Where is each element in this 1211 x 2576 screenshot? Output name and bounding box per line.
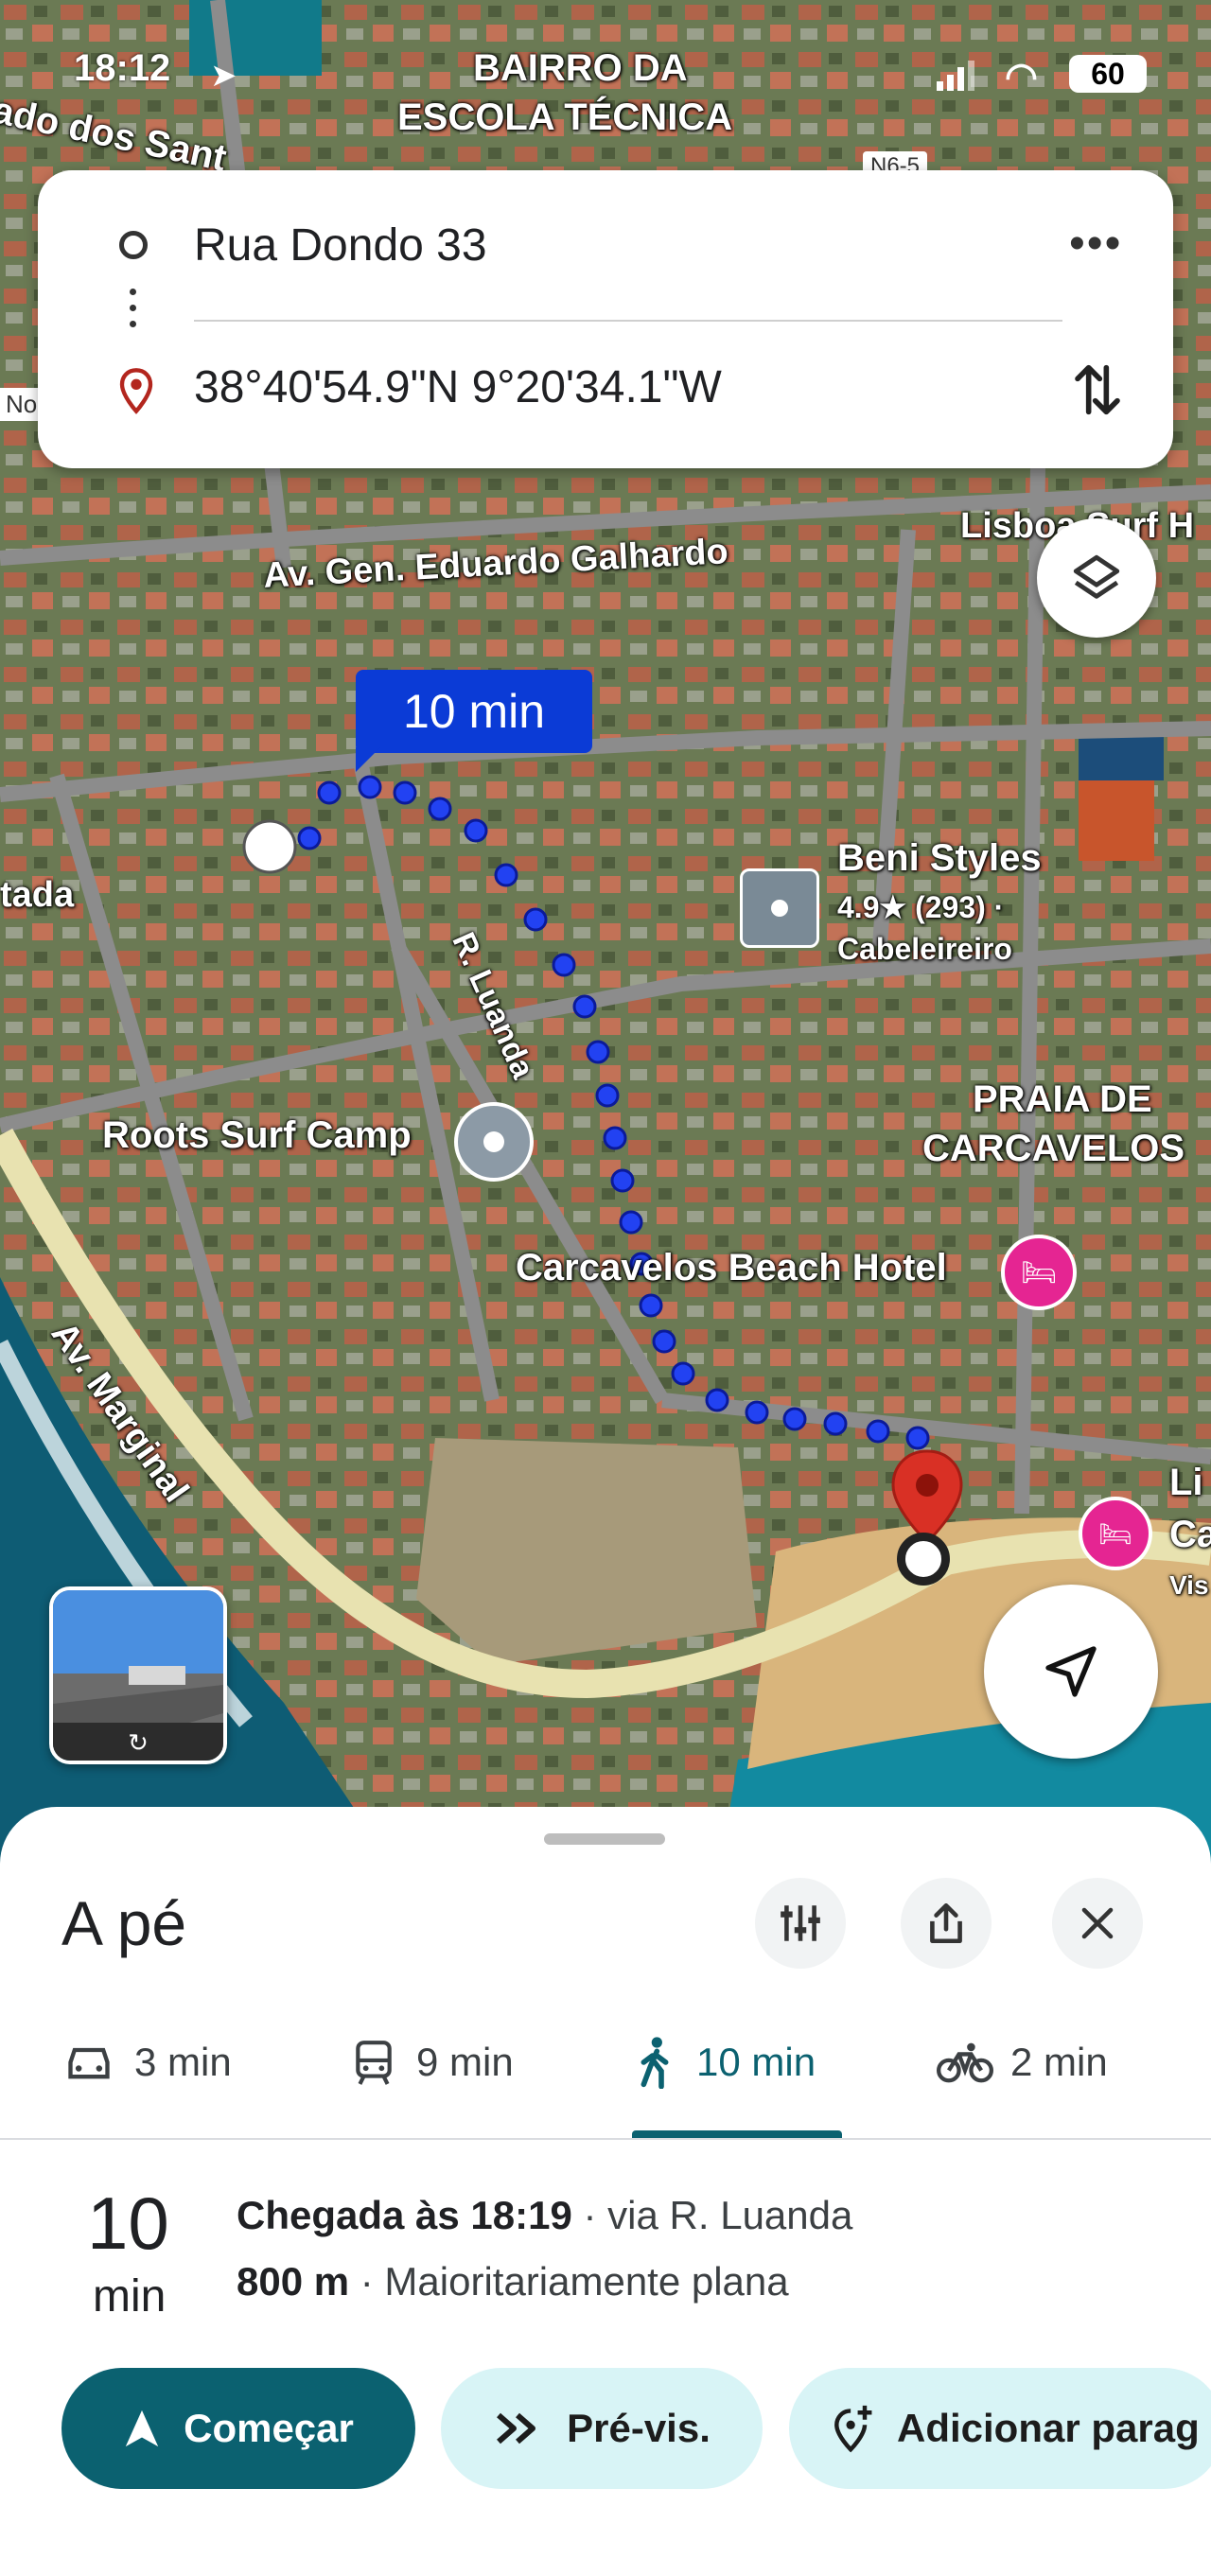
origin-input[interactable]: Rua Dondo 33 — [194, 219, 487, 272]
destination-pin-outline-icon — [119, 368, 153, 414]
route-options-button[interactable] — [755, 1878, 846, 1969]
route-distance: 800 m — [237, 2259, 350, 2304]
map-label-district2: ESCOLA TÉCNICA — [397, 96, 733, 138]
map-label-beach1: PRAIA DE — [973, 1078, 1152, 1120]
mode-tab-car[interactable]: 3 min — [64, 2024, 232, 2100]
map-label-edge-vis: Vis — [1169, 1570, 1209, 1600]
close-button[interactable] — [1052, 1878, 1143, 1969]
navigation-arrow-icon — [1045, 1646, 1097, 1697]
share-icon — [930, 1902, 962, 1944]
walk-icon — [641, 2037, 669, 2089]
sheet-drag-handle[interactable] — [544, 1833, 665, 1845]
route-eta-bubble[interactable]: 10 min — [356, 670, 592, 753]
origin-circle-icon — [119, 231, 148, 259]
layers-button[interactable] — [1037, 518, 1156, 638]
svg-text:↻: ↻ — [128, 1729, 149, 1758]
map-label-edge-ca: Ca — [1169, 1514, 1211, 1555]
poi-salon-rating: 4.9★ (293) · — [837, 890, 1005, 924]
poi-surfcamp-name: Roots Surf Camp — [102, 1114, 412, 1156]
origin-row[interactable]: Rua Dondo 33 ••• — [38, 208, 1173, 293]
location-arrow-icon: ➤ — [210, 58, 237, 94]
duration-unit: min — [93, 2271, 167, 2322]
arrival-line: Chegada às 18:19 · via R. Luanda — [237, 2193, 852, 2238]
route-card: Rua Dondo 33 ••• 38°40'54.9"N 9°20'34.1"… — [38, 170, 1173, 468]
poi-marker-surfcamp[interactable] — [454, 1102, 534, 1182]
eta-bubble-tail — [356, 747, 380, 772]
start-button-label: Começar — [184, 2406, 354, 2450]
battery-indicator: 60 — [1069, 55, 1147, 93]
preview-button[interactable]: Pré-vis. — [441, 2368, 763, 2489]
navigation-icon — [125, 2410, 159, 2447]
map-label-beach2: CARCAVELOS — [922, 1128, 1185, 1169]
status-time: 18:12 — [74, 47, 171, 89]
hotel-bed-icon[interactable]: 🛏 — [1001, 1235, 1077, 1310]
duration-value: 10 — [87, 2182, 169, 2265]
mode-tab-underline — [632, 2130, 842, 2138]
mode-bike-label: 2 min — [1010, 2040, 1108, 2084]
poi-salon-name: Beni Styles — [837, 837, 1042, 879]
map-label-district: BAIRRO DA — [473, 47, 688, 89]
add-stop-icon — [834, 2405, 872, 2453]
mode-transit-label: 9 min — [416, 2040, 514, 2084]
mode-car-label: 3 min — [134, 2040, 232, 2084]
card-divider — [194, 320, 1062, 322]
car-icon — [68, 2047, 110, 2079]
arrival-time: Chegada às 18:19 — [237, 2193, 572, 2237]
add-stop-button-label: Adicionar parag — [897, 2406, 1200, 2450]
close-icon — [1081, 1907, 1114, 1939]
mode-walk-label: 10 min — [696, 2040, 816, 2084]
sliders-icon — [781, 1905, 820, 1941]
start-button[interactable]: Começar — [61, 2368, 415, 2489]
bike-icon — [937, 2042, 993, 2083]
route-via: · via R. Luanda — [571, 2193, 853, 2237]
recenter-button[interactable] — [984, 1585, 1158, 1759]
destination-ring-icon — [897, 1533, 950, 1586]
double-chevron-icon — [497, 2412, 536, 2445]
street-view-thumbnail[interactable]: ↻ — [49, 1586, 227, 1764]
connector-dots-icon — [130, 289, 137, 327]
poi-hotel-name: Carcavelos Beach Hotel — [516, 1247, 947, 1288]
map-label-edge-li: Li — [1169, 1462, 1203, 1503]
layers-icon — [1073, 554, 1120, 599]
destination-input[interactable]: 38°40'54.9"N 9°20'34.1"W — [194, 361, 722, 413]
sheet-title: A pé — [61, 1888, 187, 1958]
signal-icon — [937, 59, 974, 91]
map-label-left-edge: tada — [0, 875, 75, 915]
add-stop-button[interactable]: Adicionar parag — [789, 2368, 1211, 2489]
swap-icon[interactable] — [1071, 358, 1124, 422]
share-button[interactable] — [901, 1878, 992, 1969]
hotel-bed-icon-2[interactable]: 🛏 — [1079, 1497, 1152, 1570]
distance-line: 800 m · Maioritariamente plana — [237, 2259, 789, 2304]
mode-tab-walk[interactable]: 10 min — [636, 2024, 816, 2100]
more-options-icon[interactable]: ••• — [1069, 218, 1122, 270]
route-terrain: · Maioritariamente plana — [349, 2259, 789, 2304]
map-view[interactable]: 18:12 ➤ ◠ 60 BAIRRO DA ESCOLA TÉCNICA ad… — [0, 0, 1211, 1873]
mode-tab-bike[interactable]: 2 min — [937, 2024, 1108, 2100]
poi-salon-type: Cabeleireiro — [837, 932, 1012, 966]
map-label-edge-no: No — [0, 388, 44, 421]
mode-tab-transit[interactable]: 9 min — [352, 2024, 514, 2100]
poi-marker-salon[interactable] — [740, 868, 819, 948]
modes-divider — [0, 2138, 1211, 2140]
transit-icon — [356, 2041, 392, 2085]
destination-row[interactable]: 38°40'54.9"N 9°20'34.1"W — [38, 350, 1173, 435]
preview-button-label: Pré-vis. — [567, 2406, 711, 2450]
wifi-icon: ◠ — [1005, 56, 1038, 97]
